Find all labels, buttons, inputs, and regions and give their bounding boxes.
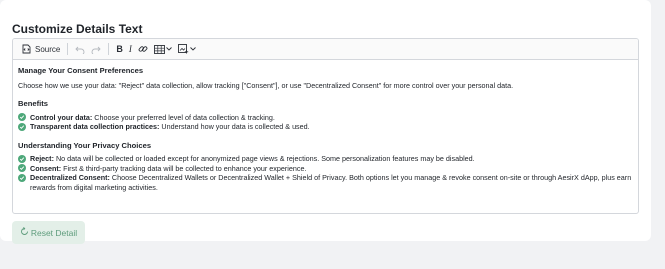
list-item-description: No data will be collected or loaded exce… xyxy=(53,154,475,163)
list-item-text: Reject: No data will be collected or loa… xyxy=(30,154,475,164)
check-circle-icon xyxy=(18,173,26,182)
content-intro: Choose how we use your data: "Reject" da… xyxy=(18,80,514,90)
image-insert-button[interactable] xyxy=(175,41,199,58)
bold-button[interactable]: B xyxy=(113,41,126,58)
check-circle-icon xyxy=(18,164,26,173)
table-button[interactable] xyxy=(151,41,175,58)
list-item-description: First & third-party tracking data will b… xyxy=(61,163,307,173)
refresh-icon xyxy=(20,227,31,238)
list-item: Control your data: Choose your preferred… xyxy=(18,113,633,123)
chevron-down-icon xyxy=(190,47,196,51)
undo-icon xyxy=(75,45,85,54)
list-item-description: Understand how your data is collected & … xyxy=(159,122,310,131)
undo-button[interactable] xyxy=(72,41,88,58)
list-item-description: Choose your preferred level of data coll… xyxy=(92,112,275,122)
list-item-label: Reject: xyxy=(30,154,54,163)
bold-icon: B xyxy=(116,44,123,54)
list-item: Transparent data collection practices: U… xyxy=(18,122,633,132)
list-item: Consent: First & third-party tracking da… xyxy=(18,164,633,174)
table-icon xyxy=(153,44,165,54)
editor-toolbar: Source B I xyxy=(13,39,638,60)
rich-text-editor[interactable]: Source B I Manage Your Consent Preferenc… xyxy=(12,38,639,214)
editor-content[interactable]: Manage Your Consent Preferences Choose h… xyxy=(13,60,638,192)
reset-detail-button[interactable]: Reset Detail xyxy=(12,221,85,244)
redo-button[interactable] xyxy=(88,41,104,58)
list-item-text: Consent: First & third-party tracking da… xyxy=(30,164,306,174)
section-title: Customize Details Text xyxy=(12,22,143,36)
privacy-choices-heading: Understanding Your Privacy Choices xyxy=(18,140,152,150)
list-item-text: Decentralized Consent: Choose Decentrali… xyxy=(30,173,633,192)
list-item-label: Control your data: xyxy=(30,112,93,122)
reset-detail-label: Reset Detail xyxy=(30,227,78,238)
list-item: Decentralized Consent: Choose Decentrali… xyxy=(18,173,633,192)
redo-icon xyxy=(91,45,101,54)
list-item: Reject: No data will be collected or loa… xyxy=(18,154,633,164)
source-icon xyxy=(22,44,32,54)
benefits-list: Control your data: Choose your preferred… xyxy=(18,113,633,132)
list-item-label: Consent: xyxy=(30,163,62,173)
content-heading: Manage Your Consent Preferences xyxy=(18,66,144,75)
list-item-label: Decentralized Consent: xyxy=(30,173,110,182)
check-circle-icon xyxy=(18,113,26,122)
chevron-down-icon xyxy=(166,47,172,51)
settings-card: Customize Details Text Source B I Manage… xyxy=(0,0,651,241)
source-label: Source xyxy=(35,44,61,54)
link-icon xyxy=(138,44,148,54)
privacy-choices-list: Reject: No data will be collected or loa… xyxy=(18,154,633,192)
check-circle-icon xyxy=(18,122,26,131)
list-item-text: Transparent data collection practices: U… xyxy=(30,122,310,132)
list-item-text: Control your data: Choose your preferred… xyxy=(30,113,275,123)
link-button[interactable] xyxy=(135,41,151,58)
toolbar-divider xyxy=(67,43,69,55)
toolbar-divider xyxy=(108,43,110,55)
italic-button[interactable]: I xyxy=(126,41,135,58)
source-button[interactable]: Source xyxy=(19,41,63,58)
list-item-description: Choose Decentralized Wallets or Decentra… xyxy=(30,173,632,192)
list-item-label: Transparent data collection practices: xyxy=(30,122,160,131)
image-insert-icon xyxy=(177,44,189,54)
benefits-heading: Benefits xyxy=(18,99,48,108)
italic-icon: I xyxy=(128,44,132,54)
check-circle-icon xyxy=(18,154,26,163)
